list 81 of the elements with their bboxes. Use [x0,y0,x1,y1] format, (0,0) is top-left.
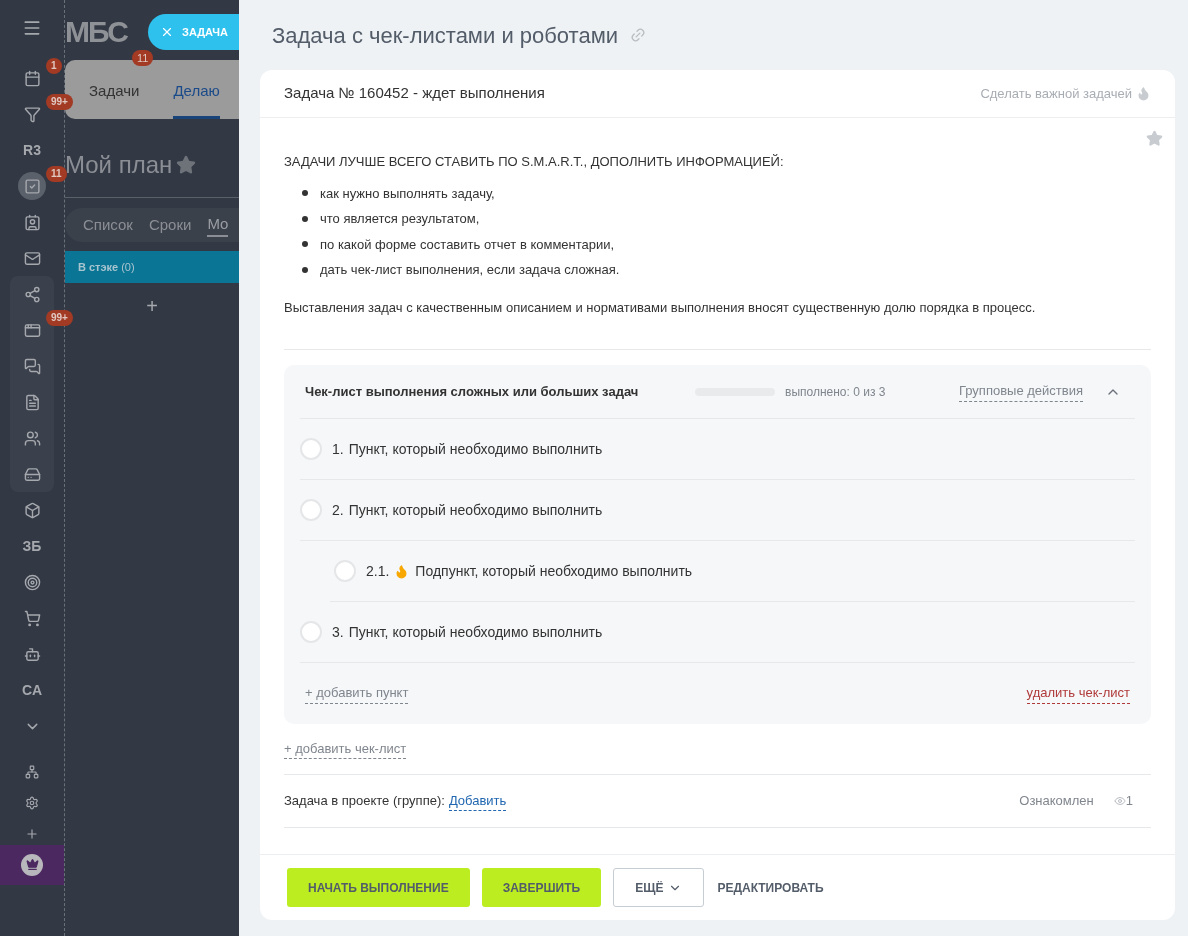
view-count: 1 [1125,792,1133,811]
view-tab[interactable]: Сроки [148,213,192,237]
calendar-icon [23,69,41,87]
eye-icon [1113,795,1126,807]
progress-text: выполнено: 0 из 3 [785,383,886,401]
column-count: (0) [121,259,135,275]
count-badge: 11 [46,166,67,182]
checklist-item-text: Пункт, который необходимо выполнить [348,500,603,520]
item-number: 1. [332,439,344,459]
column-title: В стэке [78,259,119,275]
crown-button[interactable] [0,844,64,885]
view-tab[interactable]: Мо [207,212,229,238]
target-icon [23,573,41,591]
tab[interactable]: Делаю [173,60,220,119]
checklist-item-text: Подпункт, который необходимо выполнить [415,561,693,581]
checkbox-button[interactable] [18,172,46,200]
bullet-text: что является результатом, [320,210,480,228]
checkbox-icon [23,177,41,195]
group-actions-link[interactable]: Групповые действия [958,381,1083,402]
menu-item[interactable]: R3 [23,139,41,161]
settings-icon [25,795,39,810]
bullet-text: по какой форме составить отчет в комментарии, [320,235,615,254]
mail-icon [23,249,41,267]
menu-item[interactable]: ЗБ [22,535,42,557]
logo: МБС [65,14,127,50]
add-item-link[interactable]: + добавить пункт [305,683,409,704]
users-icon [23,429,41,447]
crown-icon [25,858,39,871]
bullet-icon [302,266,308,273]
count-badge: 1 [46,58,62,74]
item-number: 2. [332,500,344,520]
bullet-icon [302,190,308,197]
checkbox[interactable] [300,499,322,521]
more-button[interactable]: ЕЩЁ [613,868,705,907]
count-badge: 11 [132,50,154,66]
star-icon[interactable] [1146,130,1163,147]
close-icon [160,25,174,39]
cart-icon [23,609,41,627]
acknowledged-text: Ознакомлен [1019,792,1094,811]
window-icon [23,321,41,339]
add-card-button[interactable]: + [146,291,158,321]
nodes-icon [23,285,41,303]
task-status: Задача № 160452 - ждет выполнения [284,83,545,104]
bullet-text: как нужно выполнять задачу, [320,184,495,203]
view-tab[interactable]: Список [83,213,133,237]
description-heading: ЗАДАЧИ ЛУЧШЕ ВСЕГО СТАВИТЬ ПО S.M.A.R.T., ДОПОЛНИТЬ ИНФОРМАЦИЕЙ: [284,153,785,171]
document-icon [23,393,41,411]
checklist-title: Чек-лист выполнения сложных или больших задач [305,382,640,401]
item-number: 3. [332,622,344,642]
count-badge: 99+ [46,94,73,110]
network-icon [25,764,39,779]
edit-button[interactable]: РЕДАКТИРОВАТЬ [716,868,825,907]
delete-checklist-link[interactable]: удалить чек-лист [1026,683,1130,704]
star-icon[interactable] [176,155,197,175]
funnel-icon [23,105,41,123]
project-label: Задача в проекте (группе): [284,792,445,811]
bullet-text: дать чек-лист выполнения, если задача сложная. [320,261,620,279]
drive-icon [23,465,41,483]
page-title: Мой план [65,150,173,180]
cube-icon [23,501,41,519]
add-project-link[interactable]: Добавить [448,790,507,812]
contact-card-icon [23,213,41,231]
menu-icon[interactable] [22,18,42,38]
chat-icon [23,357,41,375]
checkbox[interactable] [300,621,322,643]
bullet-icon [302,215,308,222]
action-button[interactable]: НАЧАТЬ ВЫПОЛНЕНИЕ [287,868,470,907]
item-number: 2.1. [366,561,390,581]
plus-icon [25,826,39,841]
checklist-item-text: Пункт, который необходимо выполнить [348,622,603,642]
menu-item[interactable]: CA [21,679,43,701]
checkbox[interactable] [300,438,322,460]
add-checklist-link[interactable]: + добавить чек-лист [284,738,407,760]
count-badge: 99+ [46,310,73,326]
checkbox[interactable] [334,560,356,582]
description-text: Выставления задач с качественным описанием и нормативами выполнения вносят существенную долю порядка в процесс. [284,298,1037,317]
action-button[interactable]: ЗАВЕРШИТЬ [481,868,602,907]
checklist-item-text: Пункт, который необходимо выполнить [348,439,603,459]
robot-icon [23,645,41,663]
task-title: Задача с чек-листами и роботами [272,21,619,50]
bullet-icon [302,241,308,248]
